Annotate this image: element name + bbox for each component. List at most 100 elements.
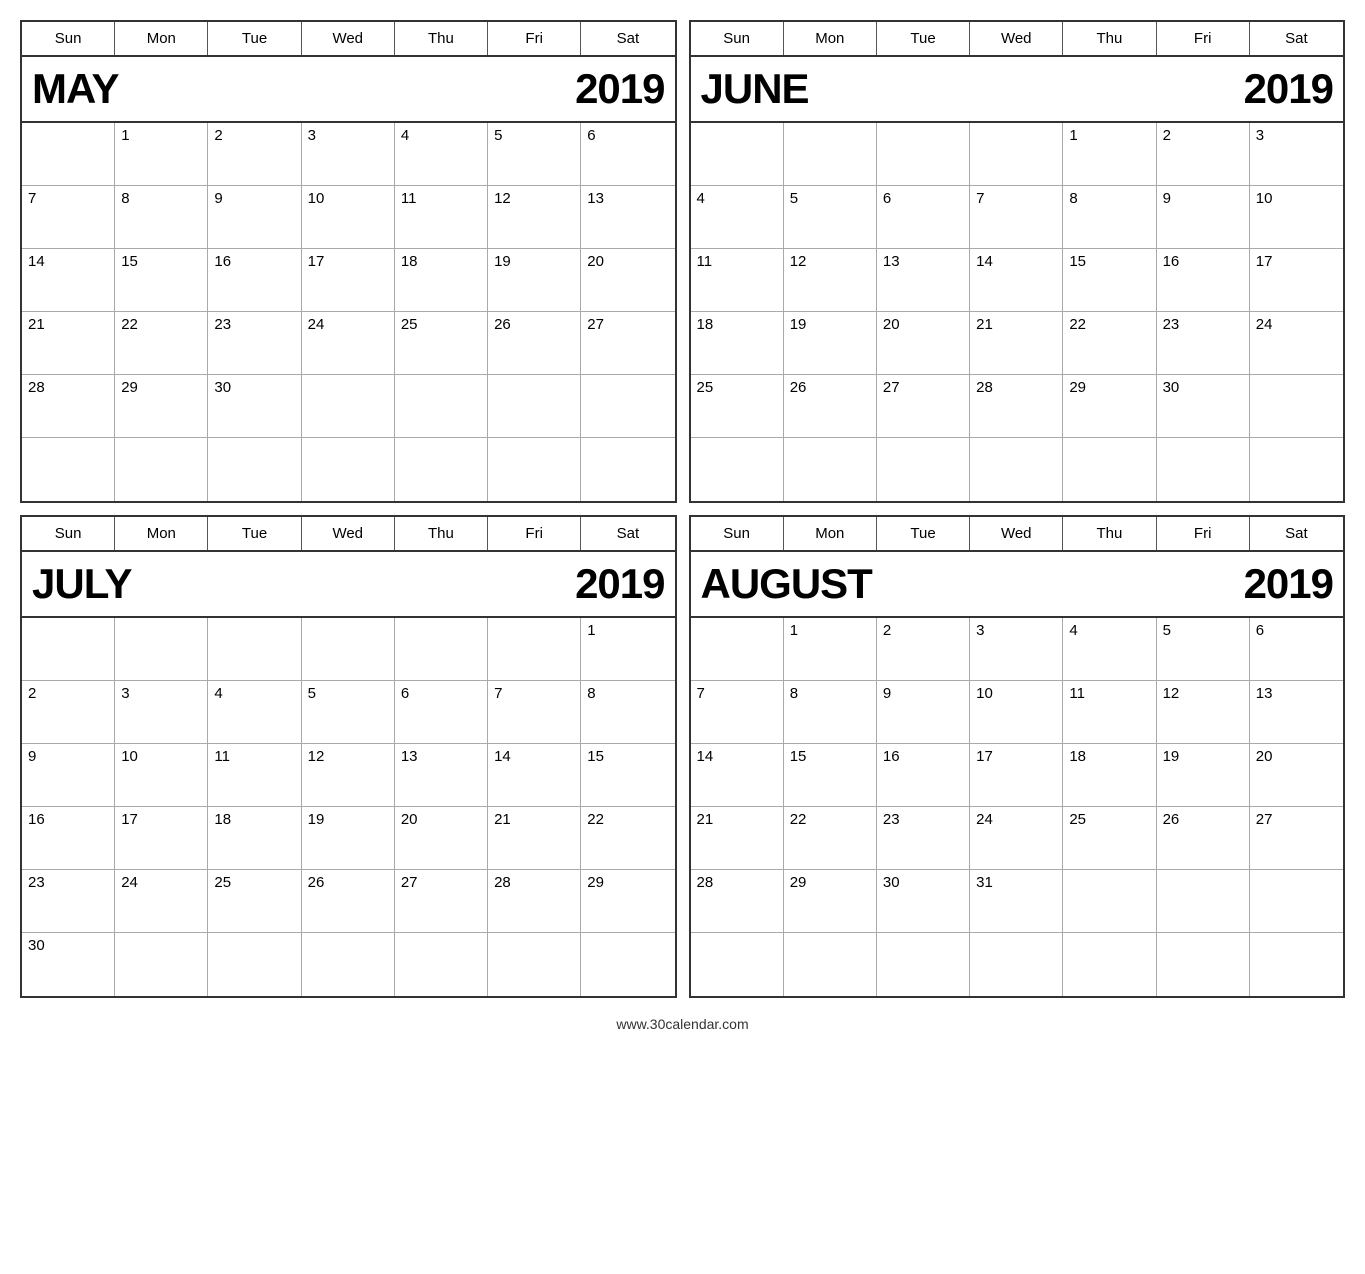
- calendar-cell: 1: [784, 618, 877, 680]
- day-number: 29: [587, 874, 668, 891]
- calendar-cell: [1063, 870, 1156, 932]
- day-number: 29: [1069, 379, 1149, 396]
- day-number: 23: [214, 316, 294, 333]
- calendar-cell: [115, 933, 208, 996]
- calendar-cell: 30: [208, 375, 301, 437]
- day-number: 8: [1069, 190, 1149, 207]
- calendar-cell: 20: [581, 249, 674, 311]
- day-number: 17: [308, 253, 388, 270]
- calendar-cell: 27: [877, 375, 970, 437]
- calendar-cell: [395, 618, 488, 680]
- day-number: 8: [790, 685, 870, 702]
- day-name-fri: Fri: [1157, 22, 1250, 55]
- day-number: 25: [401, 316, 481, 333]
- day-number: 20: [1256, 748, 1337, 765]
- day-number: 1: [1069, 127, 1149, 144]
- calendar-cell: 11: [1063, 681, 1156, 743]
- calendar-cell: 15: [581, 744, 674, 806]
- calendar-cell: 18: [208, 807, 301, 869]
- calendar-cell: [581, 375, 674, 437]
- day-name-sun: Sun: [691, 517, 784, 550]
- day-number: 3: [121, 685, 201, 702]
- day-number: 15: [790, 748, 870, 765]
- calendar-cell: 23: [22, 870, 115, 932]
- day-number: 9: [1163, 190, 1243, 207]
- calendar-cell: 3: [302, 123, 395, 185]
- calendar-cell: 12: [302, 744, 395, 806]
- calendar-cell: 20: [1250, 744, 1343, 806]
- day-number: 24: [1256, 316, 1337, 333]
- calendar-cell: [302, 618, 395, 680]
- day-number: 30: [883, 874, 963, 891]
- calendar-cell: 17: [302, 249, 395, 311]
- calendar-cell: [581, 438, 674, 501]
- footer: www.30calendar.com: [10, 1008, 1355, 1036]
- calendar-cell: 16: [208, 249, 301, 311]
- calendar-cell: 21: [691, 807, 784, 869]
- calendar-cell: 22: [1063, 312, 1156, 374]
- day-number: 8: [587, 685, 668, 702]
- day-number: 20: [401, 811, 481, 828]
- calendar-cell: 9: [1157, 186, 1250, 248]
- calendar-cell: 2: [22, 681, 115, 743]
- day-number: 3: [976, 622, 1056, 639]
- calendar-cell: 19: [488, 249, 581, 311]
- day-number: 24: [976, 811, 1056, 828]
- calendar-cell: 23: [1157, 312, 1250, 374]
- day-number: 19: [494, 253, 574, 270]
- calendar-cell: 7: [970, 186, 1063, 248]
- calendar-cell: [22, 618, 115, 680]
- month-title: MAY2019: [22, 57, 675, 123]
- day-number: 16: [28, 811, 108, 828]
- calendar-cell: [1157, 438, 1250, 501]
- day-name-thu: Thu: [1063, 22, 1156, 55]
- week-row-2: 11121314151617: [691, 249, 1344, 312]
- week-row-3: 16171819202122: [22, 807, 675, 870]
- day-number: 31: [976, 874, 1056, 891]
- calendar-cell: 24: [115, 870, 208, 932]
- calendar-cell: [302, 933, 395, 996]
- day-number: 6: [587, 127, 668, 144]
- day-number: 2: [1163, 127, 1243, 144]
- day-number: 5: [308, 685, 388, 702]
- calendar-cell: 13: [1250, 681, 1343, 743]
- calendar-body: 1234567891011121314151617181920212223242…: [691, 618, 1344, 996]
- year-label: 2019: [1244, 560, 1333, 608]
- calendar-cell: 26: [302, 870, 395, 932]
- week-row-2: 9101112131415: [22, 744, 675, 807]
- calendar-cell: [1250, 438, 1343, 501]
- calendar-cell: 5: [302, 681, 395, 743]
- day-name-mon: Mon: [115, 22, 208, 55]
- day-name-wed: Wed: [970, 517, 1063, 550]
- week-row-1: 2345678: [22, 681, 675, 744]
- day-name-fri: Fri: [488, 517, 581, 550]
- calendar-cell: 6: [581, 123, 674, 185]
- calendar-cell: 1: [581, 618, 674, 680]
- day-number: 13: [883, 253, 963, 270]
- calendar-cell: 30: [1157, 375, 1250, 437]
- calendar-cell: 3: [115, 681, 208, 743]
- week-row-5: 30: [22, 933, 675, 996]
- year-label: 2019: [1244, 65, 1333, 113]
- day-number: 17: [976, 748, 1056, 765]
- calendar-cell: 12: [1157, 681, 1250, 743]
- calendar-cell: 25: [691, 375, 784, 437]
- calendar-cell: [784, 933, 877, 996]
- calendars-grid: SunMonTueWedThuFriSatMAY2019123456789101…: [10, 10, 1355, 1008]
- day-number: 6: [883, 190, 963, 207]
- calendar-cell: 25: [208, 870, 301, 932]
- day-number: 19: [790, 316, 870, 333]
- week-row-3: 21222324252627: [22, 312, 675, 375]
- day-number: 7: [697, 685, 777, 702]
- day-name-fri: Fri: [1157, 517, 1250, 550]
- day-name-sat: Sat: [581, 517, 674, 550]
- day-number: 7: [494, 685, 574, 702]
- calendar-cell: 3: [970, 618, 1063, 680]
- calendar-cell: 29: [115, 375, 208, 437]
- day-number: 2: [214, 127, 294, 144]
- calendar-cell: [1063, 933, 1156, 996]
- day-number: 11: [697, 253, 777, 270]
- calendar-cell: [395, 438, 488, 501]
- calendar-cell: 22: [115, 312, 208, 374]
- calendar-cell: 22: [581, 807, 674, 869]
